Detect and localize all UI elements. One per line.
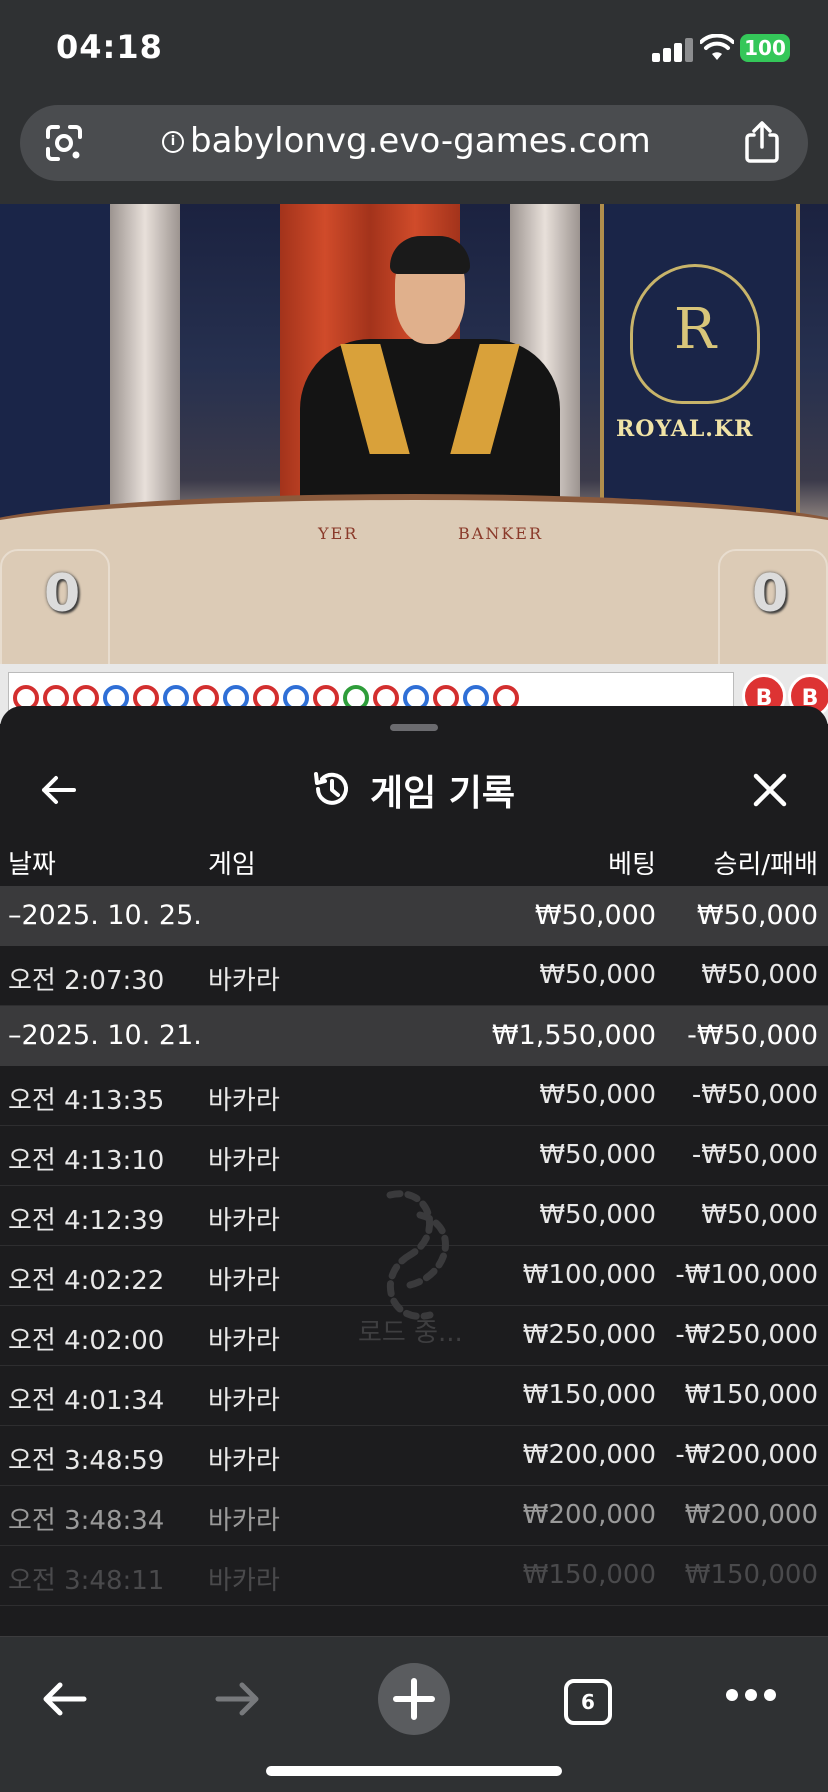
cellular-signal-icon [652, 38, 694, 62]
history-win-loss: ₩50,000 [701, 960, 818, 990]
history-bet: ₩50,000 [539, 1080, 656, 1110]
address-bar[interactable]: i babylonvg.evo-games.com [20, 105, 808, 181]
history-win-loss: ₩150,000 [684, 1380, 818, 1410]
history-icon [314, 772, 348, 805]
history-date: 오전 4:01:34 [8, 1386, 165, 1416]
history-date: 오전 3:48:11 [8, 1566, 165, 1596]
more-menu-icon[interactable] [726, 1689, 776, 1703]
sheet-title: 게임 기록 [370, 773, 516, 814]
history-row[interactable]: 오전 2:07:30 바카라 ₩50,000 ₩50,000 [0, 946, 828, 1006]
history-bet: ₩50,000 [534, 900, 656, 931]
table-player-label: YER [318, 524, 359, 543]
close-icon[interactable] [750, 770, 790, 810]
back-arrow-icon[interactable] [38, 770, 78, 810]
baccarat-table [0, 494, 828, 664]
live-dealer-video[interactable]: R ROYAL.KR YER BANKER 0 0 [0, 204, 828, 664]
history-row[interactable]: 오전 3:48:11 바카라 ₩150,000 ₩150,000 [0, 1546, 828, 1606]
sheet-header: 게임 기록 [0, 742, 828, 842]
share-icon[interactable] [742, 121, 782, 165]
browser-forward-icon[interactable] [214, 1679, 262, 1719]
history-row[interactable]: 오전 4:01:34 바카라 ₩150,000 ₩150,000 [0, 1366, 828, 1426]
history-bet: ₩200,000 [522, 1500, 656, 1530]
history-bet: ₩200,000 [522, 1440, 656, 1470]
google-lens-icon[interactable] [44, 123, 84, 163]
history-game: 바카라 [208, 1386, 280, 1416]
site-info-icon[interactable]: i [162, 131, 184, 153]
history-bet: ₩1,550,000 [491, 1020, 656, 1051]
history-row[interactable]: 오전 3:48:59 바카라 ₩200,000 -₩200,000 [0, 1426, 828, 1486]
history-game: 바카라 [208, 1206, 280, 1236]
history-bet: ₩50,000 [539, 960, 656, 990]
history-win-loss: -₩100,000 [675, 1260, 818, 1290]
history-game: 바카라 [208, 1566, 280, 1596]
history-win-loss: -₩50,000 [687, 1020, 818, 1051]
history-game: 바카라 [208, 1446, 280, 1476]
banker-score: 0 [752, 564, 789, 624]
history-date: 오전 4:13:35 [8, 1086, 165, 1116]
history-game: 바카라 [208, 966, 280, 996]
status-time: 04:18 [56, 28, 163, 66]
history-win-loss: -₩250,000 [675, 1320, 818, 1350]
brand-label: ROYAL.KR [616, 416, 754, 442]
history-date: 오전 3:48:59 [8, 1446, 165, 1476]
browser-address-area: i babylonvg.evo-games.com [0, 100, 828, 204]
column-header-win-loss: 승리/패배 [713, 850, 818, 880]
history-win-loss: -₩200,000 [675, 1440, 818, 1470]
history-date: –2025. 10. 25. [8, 900, 202, 931]
history-row[interactable]: 오전 4:13:35 바카라 ₩50,000 -₩50,000 [0, 1066, 828, 1126]
pillar-left [110, 204, 180, 524]
history-bet: ₩50,000 [539, 1140, 656, 1170]
player-score: 0 [44, 564, 81, 624]
royal-crest-logo: R [630, 264, 760, 404]
history-win-loss: ₩50,000 [701, 1200, 818, 1230]
home-indicator[interactable] [266, 1766, 562, 1776]
history-row[interactable]: 오전 3:48:34 바카라 ₩200,000 ₩200,000 [0, 1486, 828, 1546]
wifi-icon [700, 34, 734, 60]
column-header-game: 게임 [208, 850, 256, 880]
table-banker-label: BANKER [458, 524, 543, 543]
history-bet: ₩150,000 [522, 1380, 656, 1410]
history-date: 오전 4:02:00 [8, 1326, 165, 1356]
history-date: 오전 4:13:10 [8, 1146, 165, 1176]
history-date: 오전 2:07:30 [8, 966, 165, 996]
history-win-loss: -₩50,000 [691, 1080, 818, 1110]
history-bet: ₩250,000 [522, 1320, 656, 1350]
battery-indicator: 100 [740, 34, 790, 62]
new-tab-button[interactable] [378, 1663, 450, 1735]
browser-back-icon[interactable] [40, 1679, 88, 1719]
status-bar: 04:18 100 [0, 0, 828, 100]
plus-icon [393, 1678, 435, 1720]
history-date-group-row[interactable]: –2025. 10. 25. ₩50,000 ₩50,000 [0, 886, 828, 946]
url-text[interactable]: babylonvg.evo-games.com [190, 121, 651, 161]
tab-switcher-button[interactable]: 6 [564, 1679, 612, 1725]
history-win-loss: ₩200,000 [684, 1500, 818, 1530]
history-game: 바카라 [208, 1086, 280, 1116]
history-win-loss: ₩50,000 [696, 900, 818, 931]
loading-text: 로드 중... [358, 1318, 463, 1348]
sheet-drag-handle[interactable] [390, 724, 438, 731]
history-bet: ₩100,000 [522, 1260, 656, 1290]
history-date: 오전 4:02:22 [8, 1266, 165, 1296]
history-game: 바카라 [208, 1266, 280, 1296]
dealer [280, 236, 580, 529]
history-game: 바카라 [208, 1146, 280, 1176]
history-bet: ₩150,000 [522, 1560, 656, 1590]
history-bet: ₩50,000 [539, 1200, 656, 1230]
history-win-loss: -₩50,000 [691, 1140, 818, 1170]
history-date: 오전 3:48:34 [8, 1506, 165, 1536]
history-game: 바카라 [208, 1506, 280, 1536]
history-game: 바카라 [208, 1326, 280, 1356]
history-win-loss: ₩150,000 [684, 1560, 818, 1590]
column-header-bet: 베팅 [608, 850, 656, 880]
column-header-date: 날짜 [8, 850, 56, 880]
history-date: –2025. 10. 21. [8, 1020, 202, 1051]
history-date-group-row[interactable]: –2025. 10. 21. ₩1,550,000 -₩50,000 [0, 1006, 828, 1066]
history-date: 오전 4:12:39 [8, 1206, 165, 1236]
